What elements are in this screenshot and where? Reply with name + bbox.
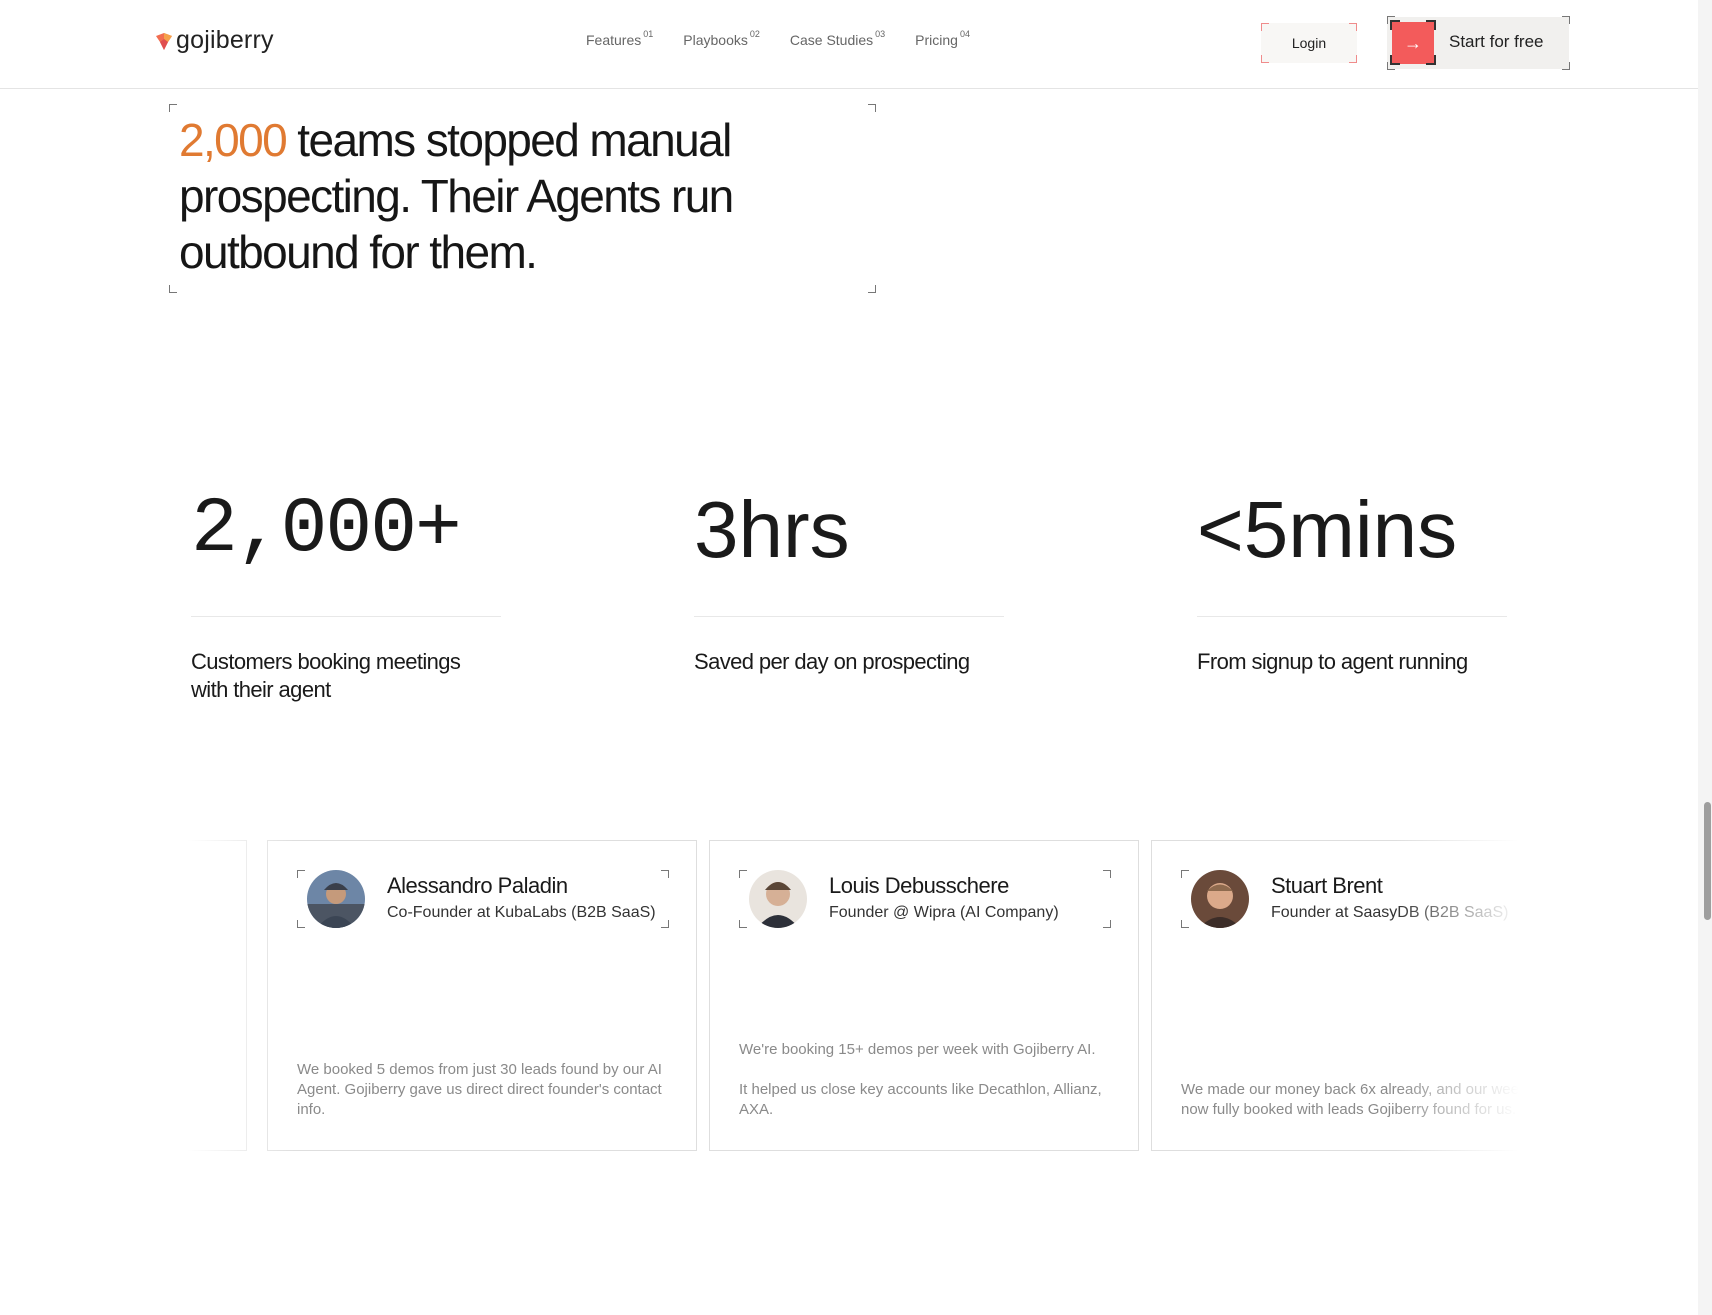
- page-scrollbar-thumb[interactable]: [1704, 802, 1711, 920]
- logo[interactable]: gojiberry: [154, 26, 274, 55]
- testimonial-carousel[interactable]: ou Alessandro Paladin Co-Founder at Kuba…: [175, 838, 1525, 1156]
- stat-divider: [191, 616, 501, 617]
- nav-playbooks[interactable]: Playbooks 02: [683, 29, 760, 48]
- person-name: Alessandro Paladin: [387, 873, 568, 898]
- start-for-free-label: Start for free: [1449, 32, 1544, 51]
- card-header: Stuart Brent Founder at SaasyDB (B2B Saa…: [1181, 870, 1525, 928]
- nav-case-studies[interactable]: Case Studies 03: [790, 29, 886, 48]
- avatar: [749, 870, 807, 928]
- nav-number: 02: [749, 29, 760, 39]
- person-name: Stuart Brent: [1271, 873, 1383, 898]
- hero-headline: 2,000 teams stopped manual prospecting. …: [179, 112, 859, 280]
- person-name: Louis Debusschere: [829, 873, 1009, 898]
- nav-number: 04: [959, 29, 970, 39]
- stat-value: <5mins: [1197, 485, 1458, 574]
- stat-label: Saved per day on prospecting: [694, 649, 970, 674]
- testimonial-card: Alessandro Paladin Co-Founder at KubaLab…: [267, 840, 697, 1151]
- stat-time-saved: 3hrs Saved per day on prospecting: [694, 480, 1004, 674]
- stat-setup-time: <5mins From signup to agent running: [1197, 480, 1507, 674]
- stat-value: 3hrs: [694, 485, 850, 574]
- avatar: [1191, 870, 1249, 928]
- testimonial-card: ou: [175, 840, 247, 1151]
- person-role: Co-Founder at KubaLabs (B2B SaaS): [387, 904, 656, 921]
- nav-number: 03: [875, 29, 886, 39]
- arrow-right-icon: →: [1392, 22, 1434, 64]
- testimonial-quote: We're booking 15+ demos per week with Go…: [739, 1041, 1102, 1118]
- logo-text: gojiberry: [176, 26, 274, 54]
- person-role: Founder at SaasyDB (B2B SaaS): [1271, 904, 1509, 921]
- nav-number: 01: [643, 29, 654, 39]
- login-button[interactable]: Login: [1261, 23, 1357, 63]
- avatar: [307, 870, 365, 928]
- person-role: Founder @ Wipra (AI Company): [829, 904, 1059, 921]
- stat-label: Customers booking meetings with their ag…: [191, 649, 461, 702]
- testimonial-quote: ou: [175, 1080, 220, 1100]
- stat-value: 2,000+: [191, 486, 462, 574]
- testimonial-card: Louis Debusschere Founder @ Wipra (AI Co…: [709, 840, 1139, 1151]
- testimonial-card: Stuart Brent Founder at SaasyDB (B2B Saa…: [1151, 840, 1525, 1151]
- stat-label: From signup to agent running: [1197, 649, 1468, 674]
- site-header: gojiberry Features 01 Playbooks 02 Case St…: [0, 0, 1712, 89]
- page-scrollbar-track[interactable]: [1698, 0, 1712, 1315]
- stat-customers: 2,000+ Customers booking meetings with t…: [191, 480, 501, 702]
- nav-features[interactable]: Features 01: [586, 29, 654, 48]
- testimonial-quote: We made our money back 6x already, and o…: [1181, 1081, 1525, 1118]
- start-for-free-button[interactable]: → Start for free: [1387, 17, 1569, 69]
- card-header: Alessandro Paladin Co-Founder at KubaLab…: [297, 870, 669, 928]
- stat-divider: [694, 616, 1004, 617]
- hero-highlight: 2,000: [179, 114, 288, 166]
- logo-icon: [156, 32, 172, 50]
- stat-divider: [1197, 616, 1507, 617]
- nav-pricing[interactable]: Pricing 04: [915, 29, 970, 48]
- card-header: Louis Debusschere Founder @ Wipra (AI Co…: [739, 870, 1111, 928]
- main-nav: Features 01 Playbooks 02 Case Studies 03 Pr…: [586, 29, 970, 48]
- testimonial-quote: We booked 5 demos from just 30 leads fou…: [297, 1061, 662, 1118]
